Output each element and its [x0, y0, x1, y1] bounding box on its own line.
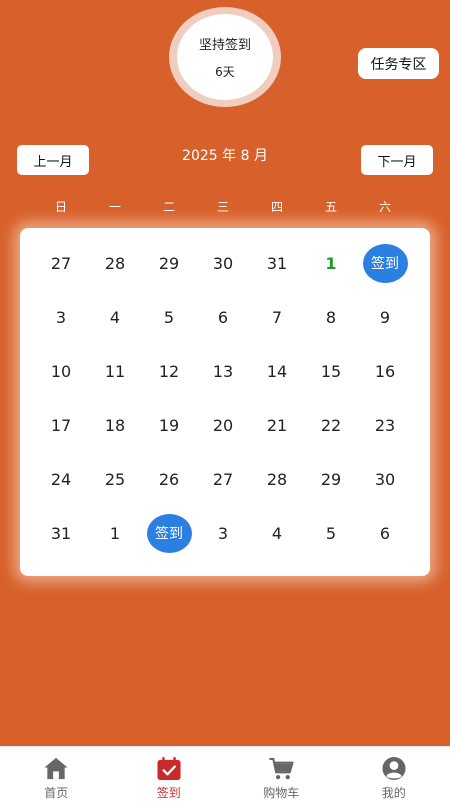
- calendar-grid: 27282930311签到345678910111213141516171819…: [34, 236, 412, 560]
- tab-home-label: 首页: [44, 784, 68, 801]
- calendar-day[interactable]: 30: [196, 236, 250, 290]
- calendar-day[interactable]: 7: [250, 290, 304, 344]
- streak-label: 坚持签到: [199, 34, 251, 53]
- calendar-day[interactable]: 27: [196, 452, 250, 506]
- bottom-tab-bar: 首页 签到 购物车 我的: [0, 746, 450, 801]
- month-title: 2025 年 8 月: [150, 145, 300, 165]
- calendar-day[interactable]: 4: [250, 506, 304, 560]
- calendar-day[interactable]: 21: [250, 398, 304, 452]
- calendar-check-icon: [155, 756, 183, 781]
- calendar-day[interactable]: 16: [358, 344, 412, 398]
- cart-icon: [267, 756, 295, 781]
- calendar-day[interactable]: 14: [250, 344, 304, 398]
- calendar-day[interactable]: 12: [142, 344, 196, 398]
- calendar-day[interactable]: 18: [88, 398, 142, 452]
- streak-days: 6天: [215, 63, 235, 80]
- calendar-day[interactable]: 3: [34, 290, 88, 344]
- calendar-day[interactable]: 9: [358, 290, 412, 344]
- calendar-day[interactable]: 3: [196, 506, 250, 560]
- weekday-wed: 三: [196, 198, 250, 216]
- calendar-day[interactable]: 5: [304, 506, 358, 560]
- calendar-day[interactable]: 23: [358, 398, 412, 452]
- weekday-sun: 日: [34, 198, 88, 216]
- calendar-day[interactable]: 24: [34, 452, 88, 506]
- home-icon: [42, 756, 70, 781]
- calendar-day-signed[interactable]: 签到: [358, 236, 412, 290]
- weekday-fri: 五: [304, 198, 358, 216]
- calendar-day[interactable]: 13: [196, 344, 250, 398]
- task-zone-button[interactable]: 任务专区: [358, 48, 439, 79]
- streak-badge: 坚持签到 6天: [169, 7, 281, 107]
- calendar-day[interactable]: 28: [250, 452, 304, 506]
- user-icon: [380, 756, 408, 781]
- calendar-day[interactable]: 19: [142, 398, 196, 452]
- calendar-day[interactable]: 8: [304, 290, 358, 344]
- tab-mine[interactable]: 我的: [338, 747, 450, 801]
- calendar-day[interactable]: 10: [34, 344, 88, 398]
- tab-signin[interactable]: 签到: [113, 747, 226, 801]
- signed-badge: 签到: [363, 244, 408, 283]
- calendar-card: 27282930311签到345678910111213141516171819…: [20, 228, 430, 576]
- weekday-sat: 六: [358, 198, 412, 216]
- streak-inner: 坚持签到 6天: [177, 14, 273, 100]
- prev-month-button[interactable]: 上一月: [17, 145, 89, 175]
- tab-cart-label: 购物车: [263, 784, 299, 801]
- calendar-day-signed[interactable]: 签到: [142, 506, 196, 560]
- calendar-day[interactable]: 6: [196, 290, 250, 344]
- calendar-day[interactable]: 22: [304, 398, 358, 452]
- calendar-day[interactable]: 15: [304, 344, 358, 398]
- weekday-header: 日 一 二 三 四 五 六: [34, 198, 416, 216]
- calendar-day[interactable]: 30: [358, 452, 412, 506]
- calendar-day[interactable]: 17: [34, 398, 88, 452]
- calendar-day[interactable]: 6: [358, 506, 412, 560]
- calendar-day[interactable]: 25: [88, 452, 142, 506]
- calendar-day[interactable]: 29: [304, 452, 358, 506]
- calendar-day[interactable]: 26: [142, 452, 196, 506]
- tab-home[interactable]: 首页: [0, 747, 113, 801]
- calendar-day[interactable]: 31: [34, 506, 88, 560]
- calendar-day[interactable]: 27: [34, 236, 88, 290]
- calendar-day[interactable]: 29: [142, 236, 196, 290]
- tab-cart[interactable]: 购物车: [225, 747, 338, 801]
- weekday-thu: 四: [250, 198, 304, 216]
- weekday-tue: 二: [142, 198, 196, 216]
- calendar-day[interactable]: 20: [196, 398, 250, 452]
- calendar-day[interactable]: 4: [88, 290, 142, 344]
- calendar-day[interactable]: 31: [250, 236, 304, 290]
- tab-signin-label: 签到: [157, 784, 181, 801]
- calendar-day[interactable]: 28: [88, 236, 142, 290]
- next-month-button[interactable]: 下一月: [361, 145, 433, 175]
- calendar-day[interactable]: 11: [88, 344, 142, 398]
- signed-badge: 签到: [147, 514, 192, 553]
- calendar-day-today[interactable]: 1: [304, 236, 358, 290]
- weekday-mon: 一: [88, 198, 142, 216]
- calendar-day[interactable]: 1: [88, 506, 142, 560]
- calendar-day[interactable]: 5: [142, 290, 196, 344]
- tab-mine-label: 我的: [382, 784, 406, 801]
